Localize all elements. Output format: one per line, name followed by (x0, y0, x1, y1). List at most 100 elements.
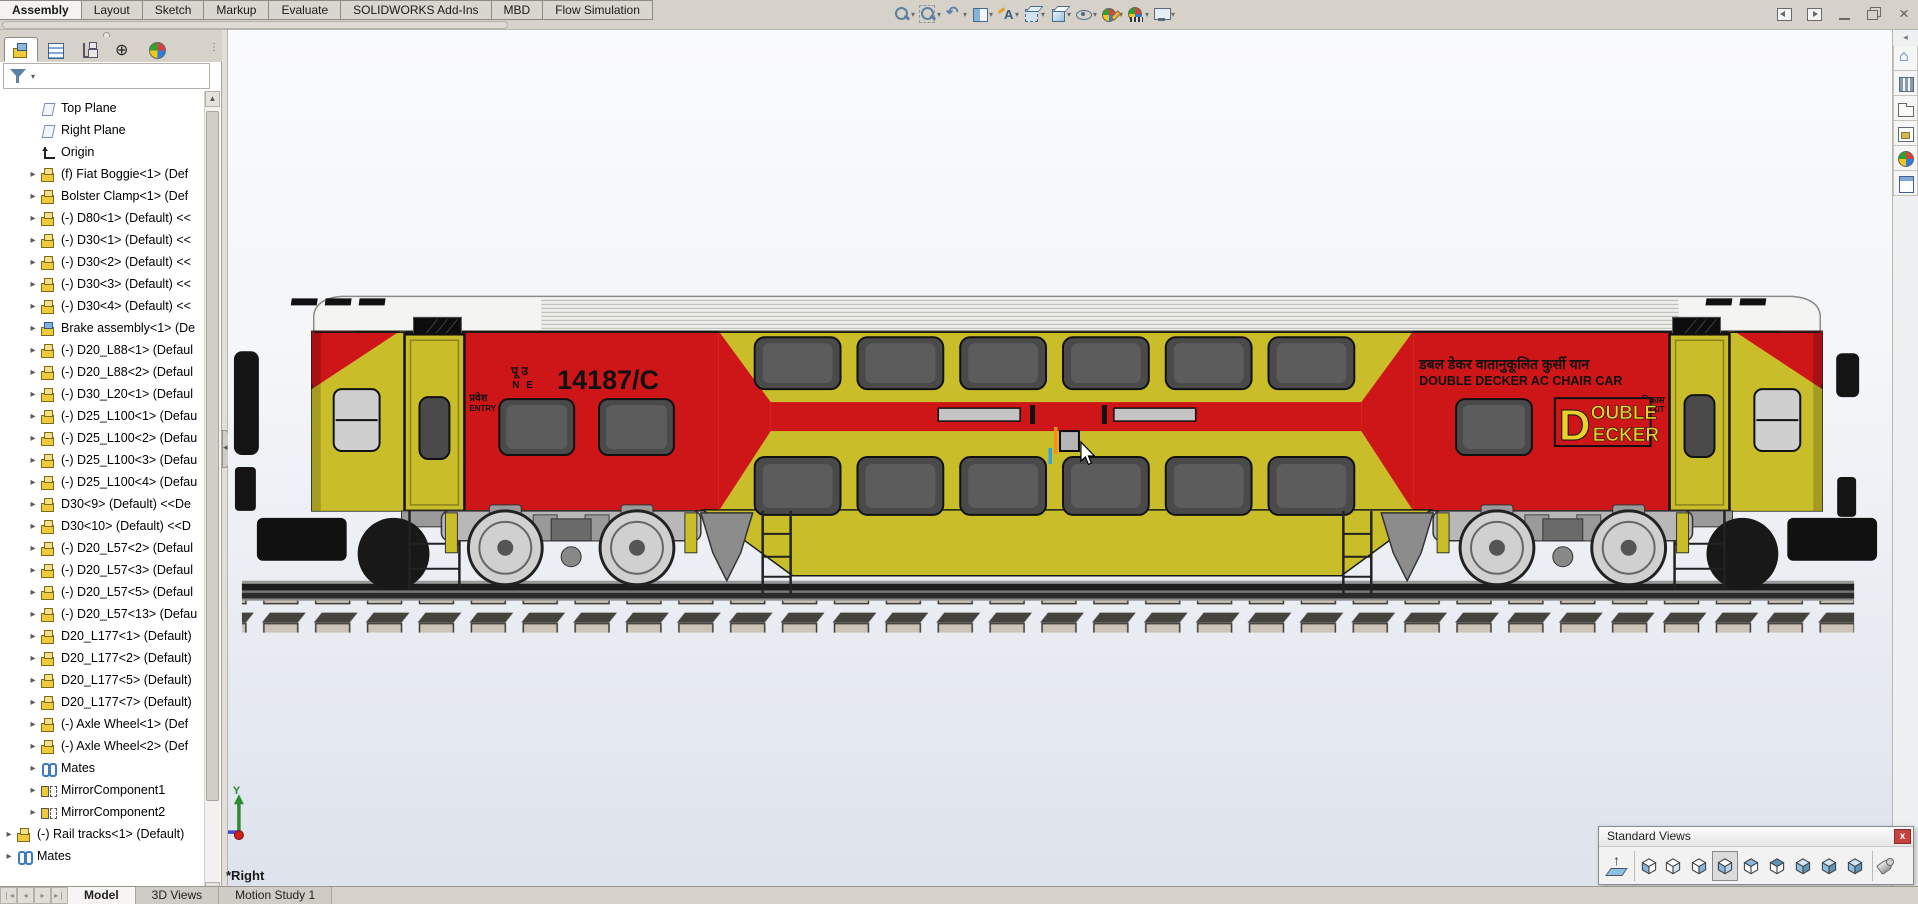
task-pane-button[interactable] (1893, 71, 1918, 96)
expand-arrow-icon[interactable] (26, 477, 40, 488)
expand-arrow-icon[interactable] (26, 433, 40, 444)
tree-item[interactable]: (-) D25_L100<2> (Defau (0, 427, 204, 449)
tree-item[interactable]: Top Plane (0, 97, 204, 119)
expand-arrow-icon[interactable] (26, 807, 40, 818)
bogie-right[interactable] (1432, 504, 1694, 587)
expand-arrow-icon[interactable] (26, 213, 40, 224)
task-pane-button[interactable] (1893, 121, 1918, 146)
model-view[interactable]: पू उ N E 14187/C प्रवेश ENTRY डबल डेकर व… (228, 30, 1892, 886)
tab-nav-button[interactable] (17, 887, 34, 904)
expand-arrow-icon[interactable] (26, 785, 40, 796)
study-tab[interactable]: Motion Study 1 (219, 887, 333, 904)
expand-arrow-icon[interactable] (26, 587, 40, 598)
tree-item[interactable]: (-) D30<4> (Default) << (0, 295, 204, 317)
tree-item[interactable]: (-) D20_L88<1> (Defaul (0, 339, 204, 361)
heads-up-button[interactable]: ▾ (919, 3, 943, 25)
expand-arrow-icon[interactable] (26, 235, 40, 246)
heads-up-button[interactable]: ▾ (971, 3, 995, 25)
expand-arrow-icon[interactable] (2, 851, 16, 862)
panel-tab[interactable] (140, 37, 174, 62)
standard-view-button[interactable] (1634, 850, 1660, 881)
tree-item[interactable]: Mates (0, 757, 204, 779)
tree-item[interactable]: (-) D20_L57<3> (Defaul (0, 559, 204, 581)
expand-arrow-icon[interactable] (26, 697, 40, 708)
expand-arrow-icon[interactable] (26, 389, 40, 400)
tree-item[interactable]: Mates (0, 845, 204, 867)
task-pane-button[interactable] (1893, 96, 1918, 121)
tree-item[interactable]: MirrorComponent2 (0, 801, 204, 823)
expand-arrow-icon[interactable] (26, 169, 40, 180)
command-tab[interactable]: Layout (81, 0, 143, 20)
tree-item[interactable]: D20_L177<5> (Default) (0, 669, 204, 691)
heads-up-button[interactable]: ▾ (945, 3, 969, 25)
expand-arrow-icon[interactable] (26, 521, 40, 532)
heads-up-button[interactable]: ▾ (893, 3, 917, 25)
tree-item[interactable]: (-) D20_L57<13> (Defau (0, 603, 204, 625)
window-control-button[interactable] (1834, 4, 1854, 24)
window-control-button[interactable] (1804, 4, 1824, 24)
study-tab[interactable]: Model (68, 887, 136, 904)
tree-item[interactable]: (-) Rail tracks<1> (Default) (0, 823, 204, 845)
expand-arrow-icon[interactable] (26, 499, 40, 510)
standard-views-title[interactable]: Standard Views (1599, 827, 1913, 847)
tree-item[interactable]: Brake assembly<1> (De (0, 317, 204, 339)
tree-item[interactable]: (-) D20_L57<2> (Defaul (0, 537, 204, 559)
standard-view-button[interactable] (1738, 851, 1764, 881)
bogie-left[interactable] (440, 504, 702, 587)
panel-tab[interactable] (72, 37, 106, 62)
standard-view-button[interactable] (1660, 851, 1686, 881)
tree-item[interactable]: (f) Fiat Boggie<1> (Def (0, 163, 204, 185)
chevron-down-icon[interactable]: ▾ (31, 72, 35, 81)
expand-arrow-icon[interactable] (26, 301, 40, 312)
heads-up-button[interactable]: ▾ (1127, 3, 1151, 25)
heads-up-button[interactable]: ▾ (1153, 3, 1177, 25)
tree-item[interactable]: (-) D30_L20<1> (Defaul (0, 383, 204, 405)
expand-arrow-icon[interactable] (26, 631, 40, 642)
scrollbar-thumb[interactable] (206, 111, 219, 801)
tree-item[interactable]: D20_L177<2> (Default) (0, 647, 204, 669)
task-pane-button[interactable] (1893, 46, 1918, 71)
panel-tab[interactable] (4, 37, 38, 62)
task-pane-button[interactable] (1893, 146, 1918, 171)
command-tab[interactable]: MBD (491, 0, 544, 20)
tree-item[interactable]: (-) Axle Wheel<2> (Def (0, 735, 204, 757)
tree-item[interactable]: Bolster Clamp<1> (Def (0, 185, 204, 207)
expand-arrow-icon[interactable] (26, 411, 40, 422)
expand-arrow-icon[interactable] (26, 675, 40, 686)
task-pane-button[interactable] (1893, 171, 1918, 196)
expand-arrow-icon[interactable] (2, 829, 16, 840)
tree-item[interactable]: Origin (0, 141, 204, 163)
expand-arrow-icon[interactable] (26, 543, 40, 554)
tree-item[interactable]: MirrorComponent1 (0, 779, 204, 801)
command-tab[interactable]: Evaluate (269, 0, 342, 20)
command-tab[interactable]: Flow Simulation (543, 0, 653, 20)
tab-nav-button[interactable] (0, 887, 17, 904)
standard-view-button[interactable] (1764, 851, 1790, 881)
task-pane-collapse-icon[interactable]: ◂ (1893, 32, 1918, 46)
study-tab[interactable]: 3D Views (135, 887, 220, 904)
tree-item[interactable]: (-) D25_L100<1> (Defau (0, 405, 204, 427)
heads-up-button[interactable]: ▾ (1023, 3, 1047, 25)
command-tab[interactable]: Markup (204, 0, 270, 20)
window-control-button[interactable] (1774, 4, 1794, 24)
heads-up-button[interactable]: ▾ (997, 3, 1021, 25)
tree-item[interactable]: (-) D20_L88<2> (Defaul (0, 361, 204, 383)
tree-item[interactable]: (-) Axle Wheel<1> (Def (0, 713, 204, 735)
standard-view-button[interactable] (1872, 850, 1898, 881)
command-tab[interactable]: Sketch (142, 0, 205, 20)
standard-view-button[interactable] (1842, 851, 1868, 881)
tree-item[interactable]: (-) D25_L100<3> (Defau (0, 449, 204, 471)
expand-arrow-icon[interactable] (26, 741, 40, 752)
expand-arrow-icon[interactable] (26, 455, 40, 466)
standard-view-button[interactable] (1790, 851, 1816, 881)
tab-nav-button[interactable] (51, 887, 68, 904)
panel-tab[interactable] (38, 37, 72, 62)
panel-grip[interactable] (0, 30, 222, 39)
expand-arrow-icon[interactable] (26, 323, 40, 334)
scroll-up-icon[interactable]: ▲ (205, 91, 220, 107)
panel-tab-overflow-icon[interactable]: ⋮ (209, 42, 219, 53)
tree-item[interactable]: Right Plane (0, 119, 204, 141)
expand-arrow-icon[interactable] (26, 191, 40, 202)
rail-track[interactable] (241, 580, 1855, 633)
expand-arrow-icon[interactable] (26, 763, 40, 774)
